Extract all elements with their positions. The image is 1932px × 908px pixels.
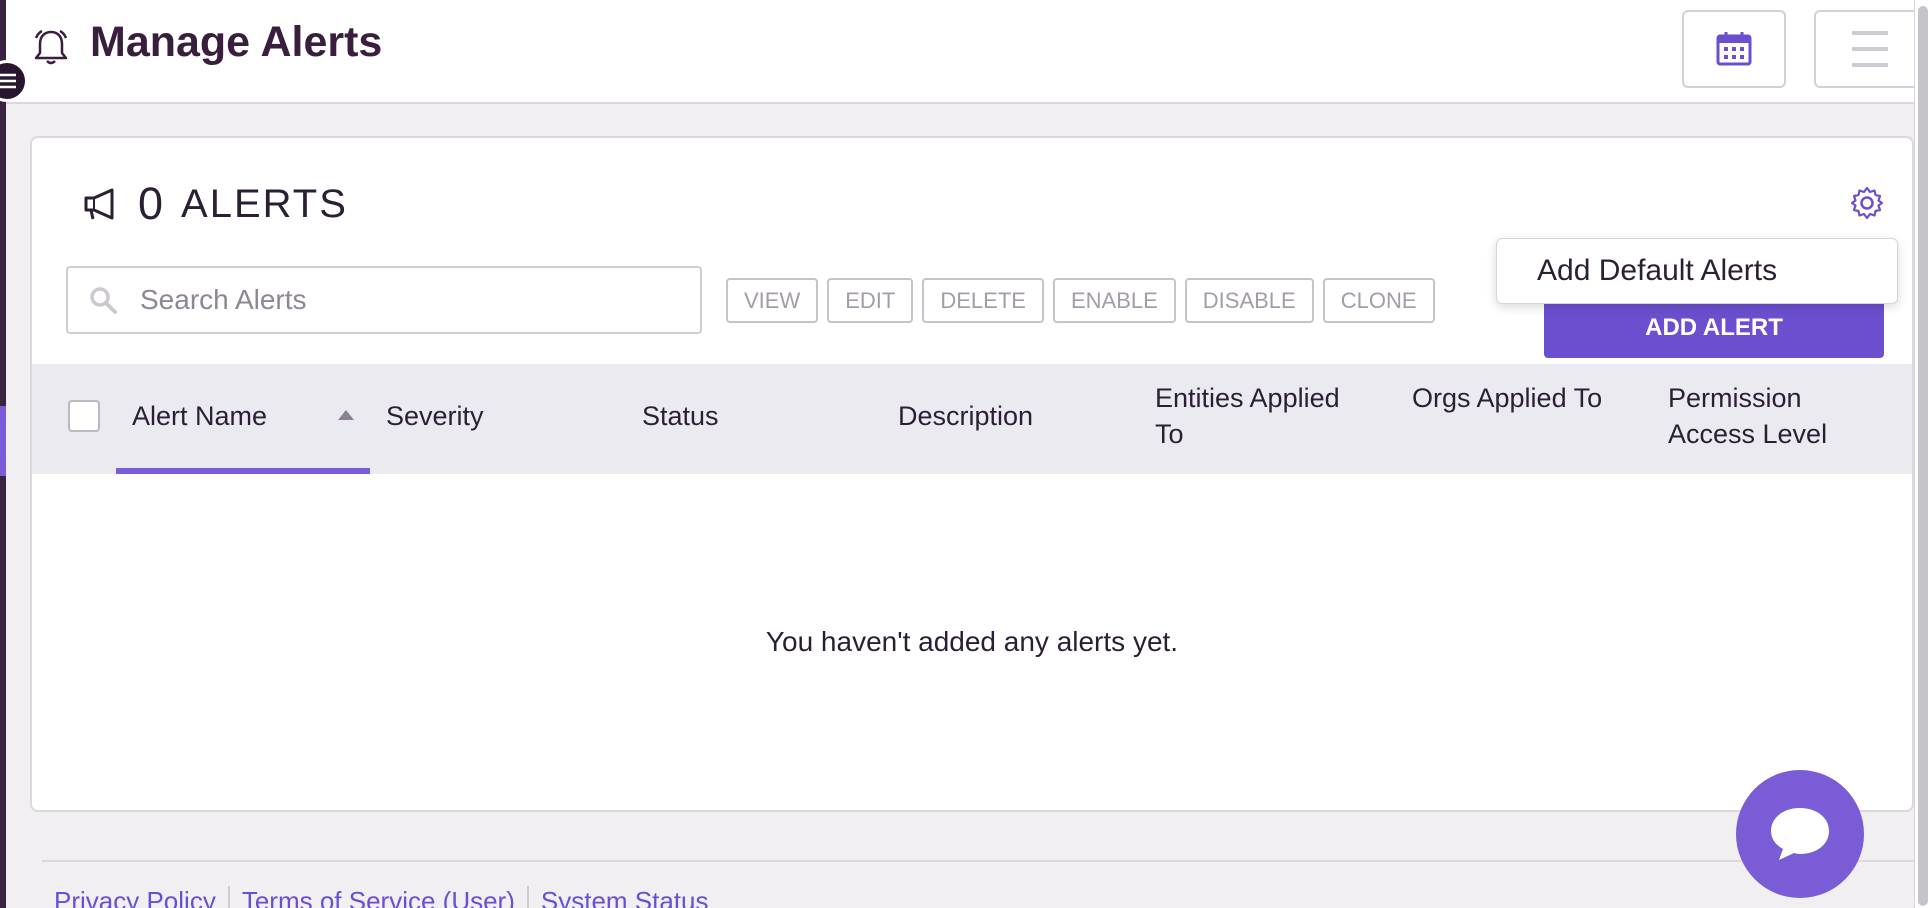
bell-icon xyxy=(34,29,68,65)
delete-button[interactable]: DELETE xyxy=(922,278,1044,323)
calendar-icon xyxy=(1716,32,1752,66)
page-header: Manage Alerts xyxy=(6,0,1924,104)
terms-of-service-link[interactable]: Terms of Service (User) xyxy=(227,886,527,908)
table-header: Alert Name Severity Status Description E… xyxy=(32,364,1912,474)
clone-button[interactable]: CLONE xyxy=(1322,278,1435,323)
alerts-count: 0 ALERTS xyxy=(82,178,348,230)
sort-ascending-icon xyxy=(338,410,354,420)
column-header-description[interactable]: Description xyxy=(898,398,1033,434)
column-header-status[interactable]: Status xyxy=(642,398,719,434)
empty-state-message: You haven't added any alerts yet. xyxy=(765,626,1179,657)
alerts-card: 0 ALERTS VIEW EDIT DELETE ENABLE DISABLE… xyxy=(30,136,1914,812)
add-alert-button[interactable]: ADD ALERT xyxy=(1544,298,1884,358)
chat-bubble-icon xyxy=(1771,808,1829,860)
search-icon xyxy=(90,287,117,314)
search-input[interactable] xyxy=(140,284,680,316)
column-header-orgs-applied-to[interactable]: Orgs Applied To xyxy=(1412,380,1612,416)
list-icon xyxy=(0,73,16,89)
column-header-alert-name[interactable]: Alert Name xyxy=(132,398,267,434)
search-box xyxy=(66,266,702,334)
system-status-link[interactable]: System Status xyxy=(526,886,721,908)
footer-divider xyxy=(42,860,1914,862)
left-sidebar-rail xyxy=(0,0,6,908)
disable-button[interactable]: DISABLE xyxy=(1184,278,1314,323)
bulk-actions-toolbar: VIEW EDIT DELETE ENABLE DISABLE CLONE xyxy=(726,278,1435,323)
column-header-severity[interactable]: Severity xyxy=(386,398,484,434)
page-title: Manage Alerts xyxy=(90,18,383,66)
chat-button[interactable] xyxy=(1736,770,1864,898)
add-default-alerts-menu-item[interactable]: Add Default Alerts xyxy=(1537,254,1777,288)
hamburger-menu-icon xyxy=(1852,31,1888,67)
alerts-count-number: 0 xyxy=(138,178,164,229)
main-menu-button[interactable] xyxy=(1814,10,1924,88)
column-header-entities-applied-to[interactable]: Entities Applied To xyxy=(1155,380,1365,452)
alerts-count-label: ALERTS xyxy=(181,181,348,226)
sidebar-active-indicator xyxy=(0,406,6,476)
scrollbar-thumb[interactable] xyxy=(1918,6,1928,906)
edit-button[interactable]: EDIT xyxy=(827,278,914,323)
gear-icon[interactable] xyxy=(1850,186,1884,220)
megaphone-icon xyxy=(84,188,114,220)
enable-button[interactable]: ENABLE xyxy=(1052,278,1176,323)
sorted-column-indicator xyxy=(116,468,370,474)
column-header-permission-access-level[interactable]: Permission Access Level xyxy=(1668,380,1868,452)
privacy-policy-link[interactable]: Privacy Policy xyxy=(54,886,228,908)
footer-links: Privacy Policy Terms of Service (User) S… xyxy=(54,886,721,908)
calendar-button[interactable] xyxy=(1682,10,1786,88)
select-all-checkbox[interactable] xyxy=(68,400,100,432)
vertical-scrollbar[interactable] xyxy=(1914,0,1932,908)
view-button[interactable]: VIEW xyxy=(726,278,819,323)
settings-dropdown-menu: Add Default Alerts xyxy=(1496,238,1898,304)
